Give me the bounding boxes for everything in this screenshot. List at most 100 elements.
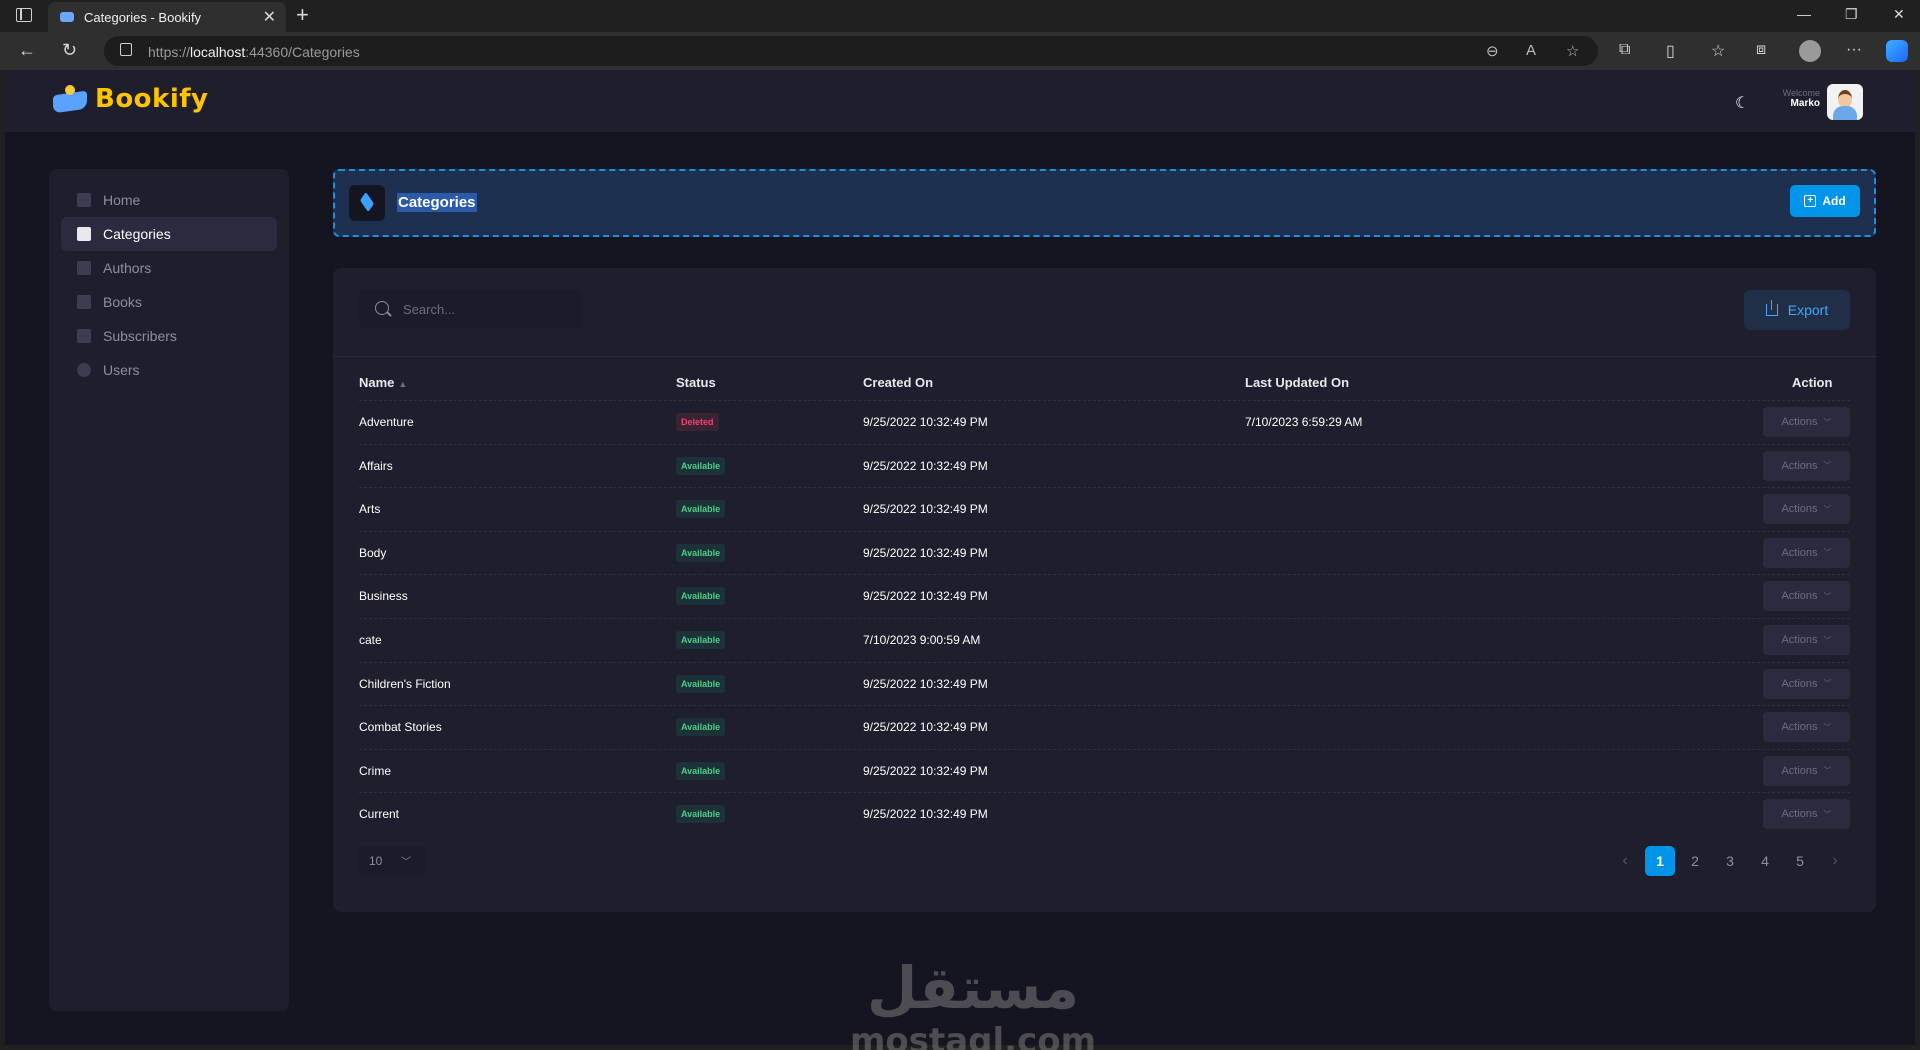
- collections-icon[interactable]: ⧈: [1756, 41, 1766, 59]
- actions-label: Actions: [1781, 546, 1818, 559]
- page-button-3[interactable]: 3: [1715, 846, 1745, 876]
- tab-favicon-icon: [60, 12, 74, 22]
- category-name: Crime: [359, 763, 391, 778]
- page-size-select[interactable]: 10 ﹀: [359, 846, 425, 876]
- chevron-down-icon: ﹀: [1823, 417, 1832, 427]
- new-tab-icon[interactable]: +: [296, 2, 309, 28]
- sidebar-item-authors[interactable]: Authors: [61, 251, 277, 285]
- actions-dropdown-button[interactable]: Actions ﹀: [1763, 537, 1850, 568]
- refresh-icon[interactable]: ↻: [62, 40, 77, 61]
- chevron-down-icon: ﹀: [1823, 722, 1832, 732]
- actions-label: Actions: [1781, 721, 1818, 734]
- read-aloud-icon[interactable]: A: [1526, 42, 1536, 59]
- actions-dropdown-button[interactable]: Actions ﹀: [1763, 799, 1850, 830]
- chevron-down-icon: ﹀: [401, 857, 411, 868]
- browser-tab-bar: Categories - Bookify ✕ + — ❐ ✕: [0, 0, 1920, 32]
- logo-text: Bookify: [95, 84, 209, 114]
- created-on: 7/10/2023 9:00:59 AM: [863, 633, 981, 647]
- user-icon: [77, 363, 91, 377]
- actions-label: Actions: [1781, 590, 1818, 603]
- app-header: Bookify ☾ Welcome Marko: [5, 70, 1915, 132]
- prev-page-icon[interactable]: ‹: [1610, 846, 1640, 876]
- sidebar-item-users[interactable]: Users: [61, 353, 277, 387]
- user-greeting: Welcome Marko: [1768, 88, 1820, 109]
- copilot-icon[interactable]: [1886, 40, 1908, 62]
- actions-label: Actions: [1781, 808, 1818, 821]
- column-header-last-updated-on[interactable]: Last Updated On: [1245, 375, 1349, 390]
- divider: [333, 356, 1876, 357]
- actions-dropdown-button[interactable]: Actions ﹀: [1763, 450, 1850, 481]
- url-field[interactable]: https://localhost:44360/Categories ⊖ A ☆: [104, 36, 1598, 66]
- extensions-icon[interactable]: ⧉: [1619, 41, 1630, 59]
- table-row: Affairs Available 9/25/2022 10:32:49 PM Act…: [359, 443, 1850, 488]
- actions-dropdown-button[interactable]: Actions ﹀: [1763, 668, 1850, 699]
- profile-icon[interactable]: [1799, 40, 1821, 62]
- add-button[interactable]: + Add: [1790, 185, 1860, 217]
- table-row: Crime Available 9/25/2022 10:32:49 PM Actio…: [359, 748, 1850, 793]
- category-name: Combat Stories: [359, 720, 442, 735]
- favorite-star-icon[interactable]: ☆: [1566, 42, 1579, 60]
- created-on: 9/25/2022 10:32:49 PM: [863, 502, 988, 517]
- export-button-label: Export: [1787, 302, 1829, 318]
- actions-dropdown-button[interactable]: Actions ﹀: [1763, 407, 1850, 437]
- page-title-card: Categories + Add: [333, 169, 1876, 237]
- created-on: 9/25/2022 10:32:49 PM: [863, 763, 988, 778]
- subscribers-icon: [77, 329, 91, 343]
- restore-icon[interactable]: ❐: [1845, 6, 1858, 23]
- actions-label: Actions: [1781, 677, 1818, 690]
- actions-dropdown-button[interactable]: Actions ﹀: [1763, 625, 1850, 655]
- lock-icon[interactable]: [120, 43, 132, 56]
- search-icon: [375, 301, 389, 315]
- split-screen-icon[interactable]: ▯: [1666, 41, 1675, 61]
- minimize-icon[interactable]: —: [1797, 6, 1811, 22]
- browser-tab[interactable]: Categories - Bookify ✕: [48, 2, 286, 32]
- category-name: Children's Fiction: [359, 676, 451, 691]
- search-input[interactable]: Search...: [359, 290, 583, 328]
- home-icon: [77, 193, 91, 207]
- column-header-status[interactable]: Status: [676, 375, 716, 390]
- status-badge: Available: [676, 631, 726, 649]
- more-icon[interactable]: ···: [1846, 41, 1862, 59]
- status-badge: Available: [676, 543, 726, 562]
- sidebar-item-books[interactable]: Books: [61, 285, 277, 319]
- next-page-icon[interactable]: ›: [1820, 846, 1850, 876]
- sidebar-item-subscribers[interactable]: Subscribers: [61, 319, 277, 353]
- sidebar-item-label: Users: [103, 362, 140, 378]
- logo[interactable]: Bookify: [51, 84, 209, 114]
- page-button-4[interactable]: 4: [1750, 846, 1780, 876]
- chevron-down-icon: ﹀: [1823, 591, 1832, 601]
- layers-icon: [349, 185, 385, 221]
- avatar[interactable]: [1827, 84, 1863, 120]
- sidebar-item-home[interactable]: Home: [61, 183, 277, 217]
- actions-label: Actions: [1781, 459, 1818, 472]
- actions-dropdown-button[interactable]: Actions ﹀: [1763, 494, 1850, 525]
- favorites-icon[interactable]: ☆: [1711, 41, 1725, 61]
- tab-actions-icon[interactable]: [16, 8, 32, 22]
- table-row: Children's Fiction Available 9/25/2022 10:…: [359, 661, 1850, 706]
- search-placeholder: Search...: [403, 302, 456, 317]
- actions-label: Actions: [1781, 634, 1818, 646]
- page-button-5[interactable]: 5: [1785, 846, 1815, 876]
- actions-dropdown-button[interactable]: Actions ﹀: [1763, 755, 1850, 786]
- created-on: 9/25/2022 10:32:49 PM: [863, 415, 988, 429]
- page-button-1[interactable]: 1: [1645, 846, 1675, 876]
- sidebar-item-categories[interactable]: Categories: [61, 217, 277, 251]
- column-header-action: Action: [1792, 375, 1833, 390]
- back-icon[interactable]: ←: [18, 40, 36, 61]
- sidebar-item-label: Authors: [103, 260, 152, 276]
- page-button-2[interactable]: 2: [1680, 846, 1710, 876]
- actions-label: Actions: [1781, 503, 1818, 516]
- actions-dropdown-button[interactable]: Actions ﹀: [1763, 712, 1850, 743]
- actions-dropdown-button[interactable]: Actions ﹀: [1763, 581, 1850, 612]
- column-header-created-on[interactable]: Created On: [863, 375, 933, 390]
- column-header-name[interactable]: Name ▲: [359, 375, 407, 390]
- watermark-arabic: مستقل: [866, 954, 1080, 1022]
- created-on: 9/25/2022 10:32:49 PM: [863, 720, 988, 735]
- theme-toggle-moon-icon[interactable]: ☾: [1735, 93, 1749, 113]
- window-close-icon[interactable]: ✕: [1893, 6, 1905, 23]
- layers-icon: [77, 227, 91, 241]
- created-on: 9/25/2022 10:32:49 PM: [863, 545, 988, 560]
- tab-close-icon[interactable]: ✕: [263, 7, 276, 27]
- zoom-icon[interactable]: ⊖: [1486, 42, 1499, 60]
- export-button[interactable]: Export: [1744, 290, 1850, 330]
